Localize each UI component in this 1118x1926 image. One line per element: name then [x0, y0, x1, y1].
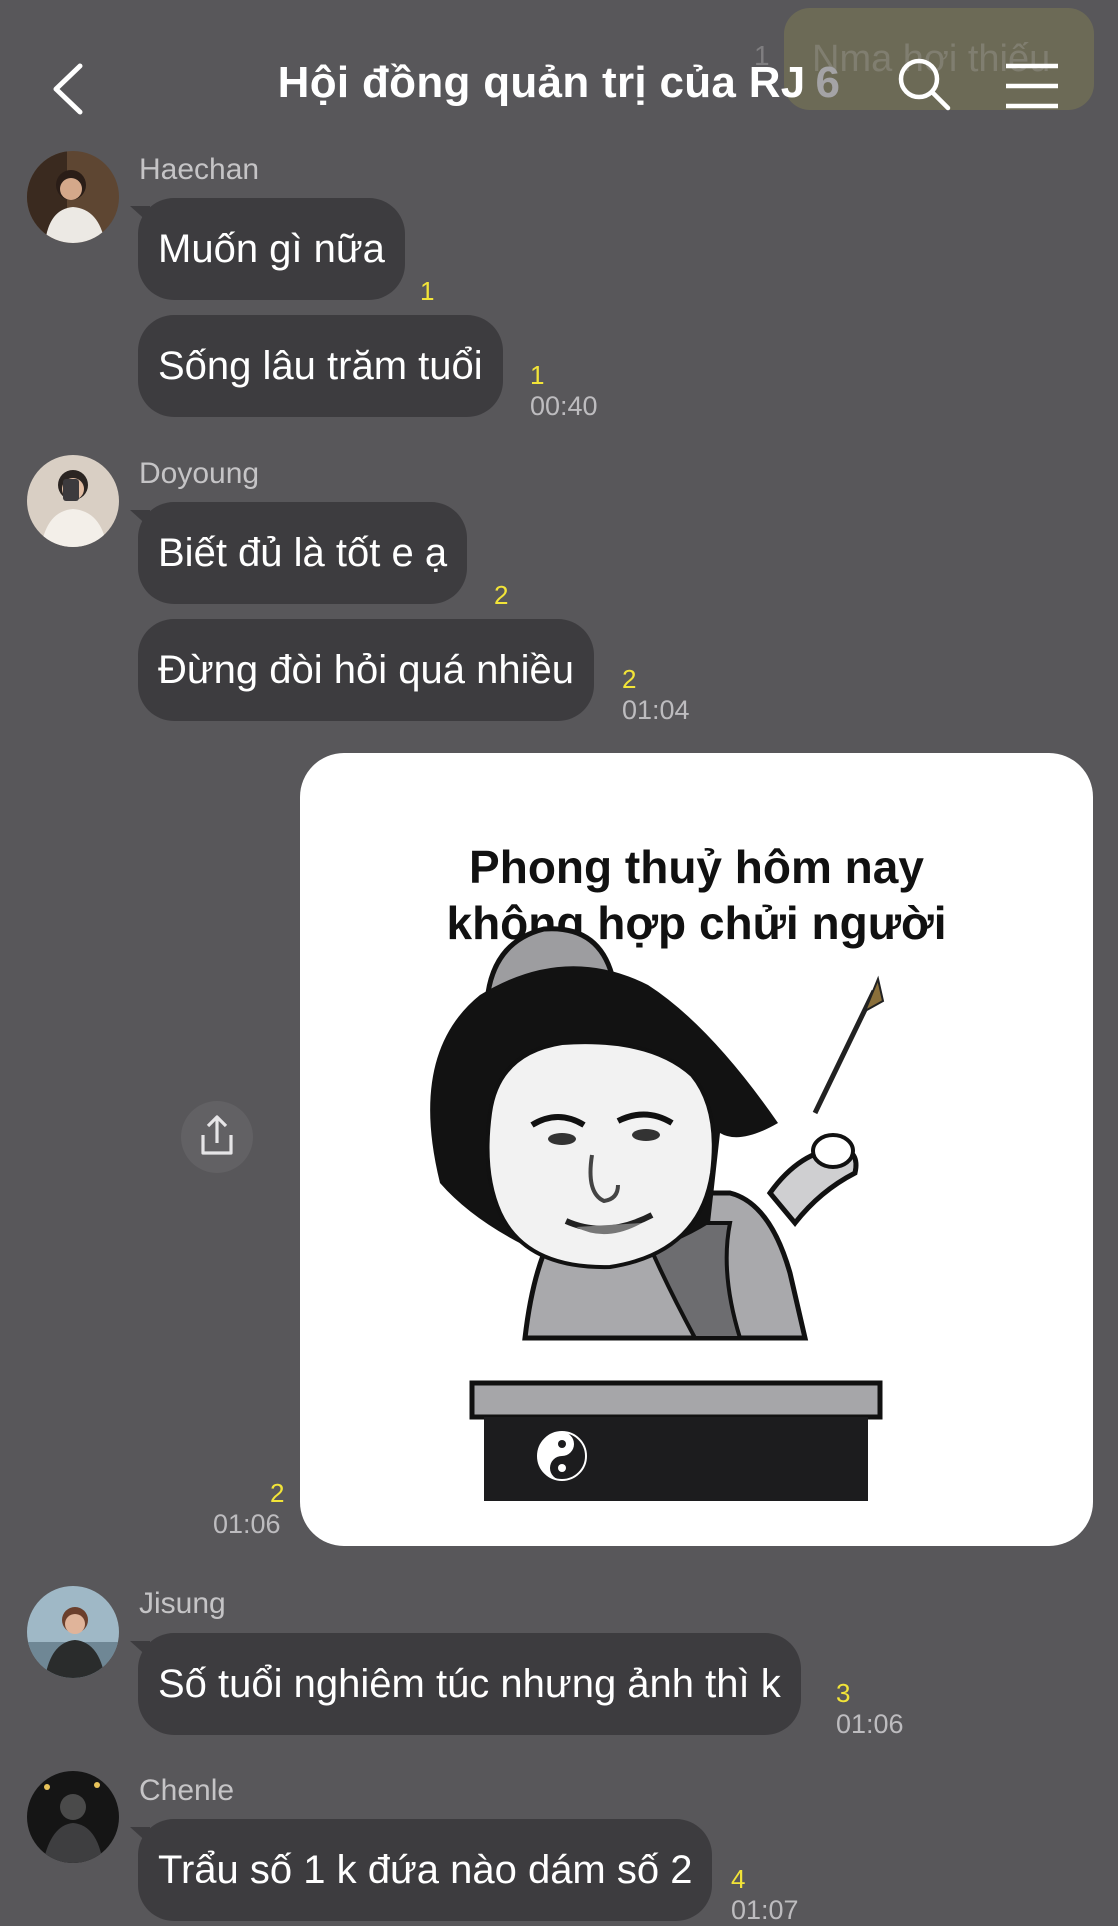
avatar-photo: [27, 1586, 119, 1678]
avatar-photo: [27, 151, 119, 243]
message-text: Đừng đòi hỏi quá nhiều: [158, 648, 574, 692]
message-bubble[interactable]: Muốn gì nữa: [130, 198, 405, 300]
unread-count: 4: [731, 1864, 746, 1894]
share-button[interactable]: [181, 1101, 253, 1173]
unread-count: 2: [494, 580, 509, 610]
message-bubble[interactable]: Biết đủ là tốt e ạ: [129, 502, 468, 604]
avatar-doyoung[interactable]: [27, 455, 119, 547]
message-time: 01:06: [213, 1509, 281, 1539]
yin-yang-icon: [537, 1431, 587, 1481]
avatar-jisung[interactable]: [27, 1586, 119, 1678]
message-time: 01:04: [622, 695, 690, 725]
search-icon: [898, 58, 951, 111]
meme-illustration: [430, 926, 885, 1501]
message-text: Biết đủ là tốt e ạ: [158, 531, 448, 575]
message-time: 00:40: [530, 391, 598, 421]
sender-name: Haechan: [139, 153, 260, 186]
unread-count: 2: [622, 664, 637, 694]
sender-name: Jisung: [139, 1587, 226, 1620]
avatar-chenle[interactable]: [27, 1771, 119, 1863]
menu-button[interactable]: [1002, 62, 1062, 110]
message-bubble[interactable]: Đừng đòi hỏi quá nhiều: [138, 619, 594, 721]
message-text: Sống lâu trăm tuổi: [158, 344, 483, 388]
sender-name: Chenle: [139, 1774, 235, 1807]
unread-count: 2: [270, 1478, 285, 1508]
avatar-haechan[interactable]: [27, 151, 119, 243]
member-count: 6: [815, 58, 841, 107]
search-button[interactable]: [896, 56, 952, 112]
message-bubble[interactable]: Sống lâu trăm tuổi: [138, 315, 503, 417]
message-time: 01:06: [836, 1709, 904, 1739]
message-text: Số tuổi nghiêm túc nhưng ảnh thì k: [158, 1662, 781, 1706]
unread-count: 1: [420, 276, 435, 306]
chat-title-text: Hội đồng quản trị của RJ: [277, 58, 806, 107]
message-bubble[interactable]: Số tuổi nghiêm túc nhưng ảnh thì k: [130, 1633, 801, 1735]
message-time: 01:07: [731, 1895, 799, 1925]
menu-icon: [1006, 63, 1058, 109]
message-bubble[interactable]: Trẩu số 1 k đứa nào dám số 2: [129, 1819, 713, 1921]
unread-count: 3: [836, 1678, 851, 1708]
avatar-photo: [27, 1771, 119, 1863]
share-icon: [201, 1115, 233, 1155]
unread-count: 1: [530, 360, 545, 390]
avatar-photo: [27, 455, 119, 547]
message-text: Muốn gì nữa: [158, 227, 385, 271]
image-message[interactable]: Phong thuỷ hôm nay không hợp chửi người: [300, 753, 1093, 1546]
sender-name: Doyoung: [139, 457, 260, 490]
message-text: Trẩu số 1 k đứa nào dám số 2: [158, 1848, 693, 1892]
